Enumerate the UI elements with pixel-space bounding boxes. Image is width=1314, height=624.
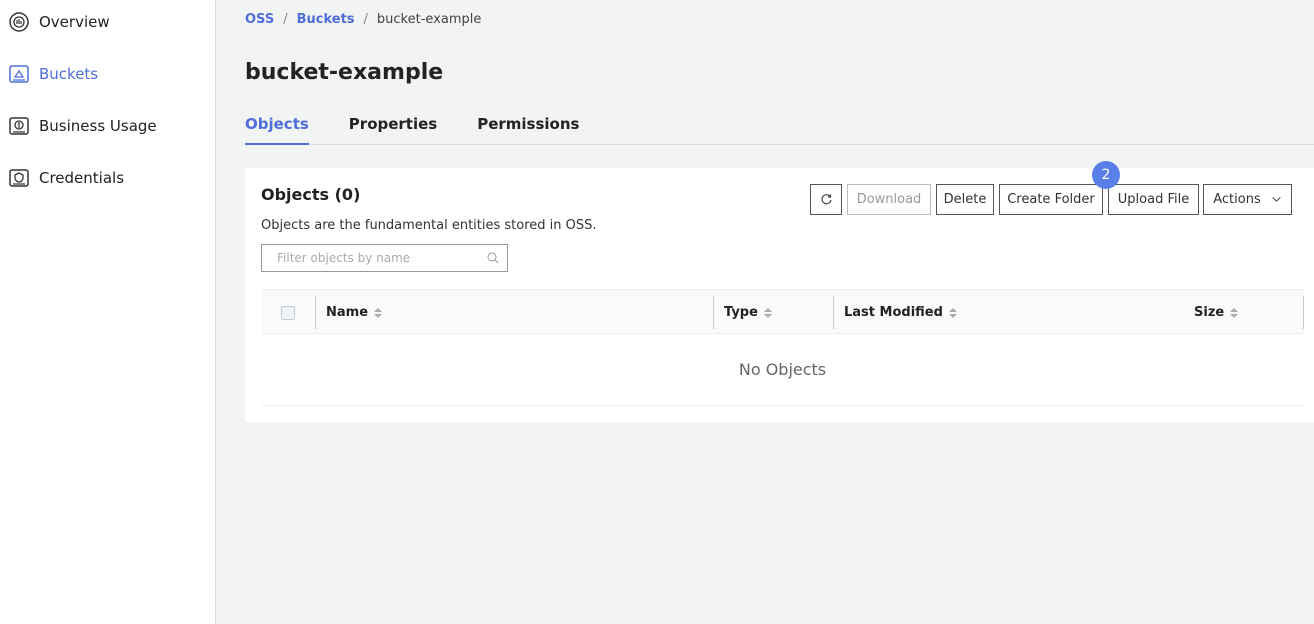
download-button[interactable]: Download	[847, 184, 931, 215]
sidebar: Overview Buckets Business Usage Credenti…	[0, 0, 216, 624]
table-empty-message: No Objects	[261, 334, 1304, 406]
sidebar-item-label: Overview	[39, 13, 110, 31]
column-divider	[713, 296, 714, 329]
tab-properties[interactable]: Properties	[349, 115, 437, 145]
sidebar-item-label: Credentials	[39, 169, 125, 187]
actions-dropdown[interactable]: Actions	[1203, 184, 1292, 215]
column-header-type[interactable]: Type	[724, 290, 772, 335]
select-all-checkbox[interactable]	[281, 306, 295, 320]
breadcrumb-buckets[interactable]: Buckets	[297, 12, 355, 27]
credentials-icon	[9, 169, 29, 187]
create-folder-button[interactable]: Create Folder	[999, 184, 1103, 215]
objects-panel-description: Objects are the fundamental entities sto…	[261, 218, 597, 233]
table-header: Name Type Last Modified Size	[261, 289, 1304, 334]
filter-input[interactable]	[277, 251, 487, 265]
column-header-name[interactable]: Name	[326, 290, 383, 335]
sort-icon	[948, 307, 957, 318]
column-header-label: Size	[1194, 305, 1225, 320]
sidebar-item-label: Business Usage	[39, 117, 157, 135]
step-badge: 2	[1092, 161, 1120, 189]
column-divider	[315, 296, 316, 329]
tab-bar: Objects Properties Permissions	[245, 115, 1314, 145]
objects-table: Name Type Last Modified Size No Objects	[261, 289, 1304, 406]
business-usage-icon	[9, 117, 29, 135]
tab-permissions[interactable]: Permissions	[477, 115, 579, 145]
tab-objects[interactable]: Objects	[245, 115, 309, 145]
column-header-label: Last Modified	[844, 305, 943, 320]
breadcrumb-current: bucket-example	[376, 12, 482, 27]
column-header-label: Name	[326, 305, 369, 320]
sidebar-item-buckets[interactable]: Buckets	[8, 60, 98, 88]
sort-icon	[1230, 307, 1239, 318]
column-divider	[1303, 296, 1304, 329]
refresh-icon	[820, 194, 832, 205]
bucket-icon	[9, 65, 29, 83]
upload-file-button[interactable]: Upload File	[1108, 184, 1199, 215]
sidebar-item-credentials[interactable]: Credentials	[8, 164, 124, 192]
sort-icon	[374, 307, 383, 318]
breadcrumb-oss[interactable]: OSS	[245, 12, 274, 27]
search-icon	[487, 252, 499, 264]
chevron-down-icon	[1272, 197, 1281, 202]
filter-box	[261, 244, 508, 272]
refresh-button[interactable]	[810, 184, 842, 215]
sidebar-item-overview[interactable]: Overview	[8, 8, 110, 36]
column-header-last-modified[interactable]: Last Modified	[844, 290, 957, 335]
delete-button[interactable]: Delete	[936, 184, 994, 215]
objects-panel-title: Objects (0)	[261, 185, 361, 204]
overview-icon	[9, 12, 29, 32]
breadcrumb: OSS / Buckets / bucket-example	[245, 12, 481, 27]
main-content: OSS / Buckets / bucket-example bucket-ex…	[216, 0, 1314, 624]
sort-icon	[763, 307, 772, 318]
actions-label: Actions	[1213, 192, 1261, 207]
objects-panel: Objects (0) Objects are the fundamental …	[245, 168, 1314, 422]
column-header-size[interactable]: Size	[1194, 290, 1239, 335]
breadcrumb-separator: /	[363, 12, 368, 27]
breadcrumb-separator: /	[283, 12, 288, 27]
page-title: bucket-example	[245, 60, 444, 85]
sidebar-item-business-usage[interactable]: Business Usage	[8, 112, 157, 140]
sidebar-item-label: Buckets	[39, 65, 99, 83]
column-divider	[833, 296, 834, 329]
column-header-label: Type	[724, 305, 758, 320]
